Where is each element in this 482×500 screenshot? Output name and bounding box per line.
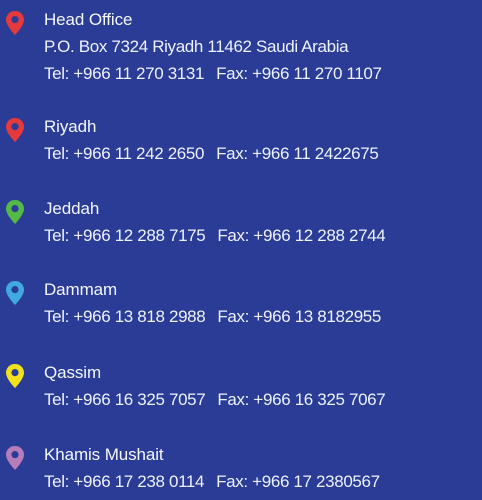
map-pin-icon (6, 446, 24, 470)
map-pin-icon (6, 200, 24, 224)
office-name: Qassim (44, 363, 102, 382)
office-name: Khamis Mushait (44, 445, 164, 464)
office-tel: Tel: +966 11 270 3131 (44, 64, 205, 83)
office-fax: Fax: +966 13 8182955 (217, 307, 382, 326)
office-name: Jeddah (44, 199, 100, 218)
office-contact: Tel: +966 17 238 0114 Fax: +966 17 238056… (44, 472, 380, 492)
office-tel: Tel: +966 17 238 0114 (44, 472, 205, 491)
office-fax: Fax: +966 11 270 1107 (216, 64, 382, 83)
office-fax: Fax: +966 12 288 2744 (217, 226, 386, 245)
office-tel: Tel: +966 16 325 7057 (44, 390, 206, 409)
office-contact: Tel: +966 13 818 2988 Fax: +966 13 818295… (44, 307, 381, 327)
office-contact: Tel: +966 16 325 7057 Fax: +966 16 325 70… (44, 390, 386, 410)
map-pin-icon (6, 11, 24, 35)
office-tel: Tel: +966 13 818 2988 (44, 307, 206, 326)
map-pin-icon (6, 118, 24, 142)
office-name: Dammam (44, 280, 118, 299)
office-fax: Fax: +966 11 2422675 (216, 144, 379, 163)
office-fax: Fax: +966 16 325 7067 (217, 390, 386, 409)
map-pin-icon (6, 364, 24, 388)
office-name: Riyadh (44, 117, 97, 136)
office-tel: Tel: +966 11 242 2650 (44, 144, 205, 163)
office-fax: Fax: +966 17 2380567 (216, 472, 380, 491)
office-contact: Tel: +966 11 270 3131 Fax: +966 11 270 11… (44, 64, 382, 84)
office-name: Head Office (44, 10, 133, 29)
office-address: P.O. Box 7324 Riyadh 11462 Saudi Arabia (44, 37, 349, 56)
map-pin-icon (6, 281, 24, 305)
office-contact: Tel: +966 11 242 2650 Fax: +966 11 242267… (44, 144, 379, 164)
office-contact: Tel: +966 12 288 7175 Fax: +966 12 288 27… (44, 226, 386, 246)
office-tel: Tel: +966 12 288 7175 (44, 226, 206, 245)
